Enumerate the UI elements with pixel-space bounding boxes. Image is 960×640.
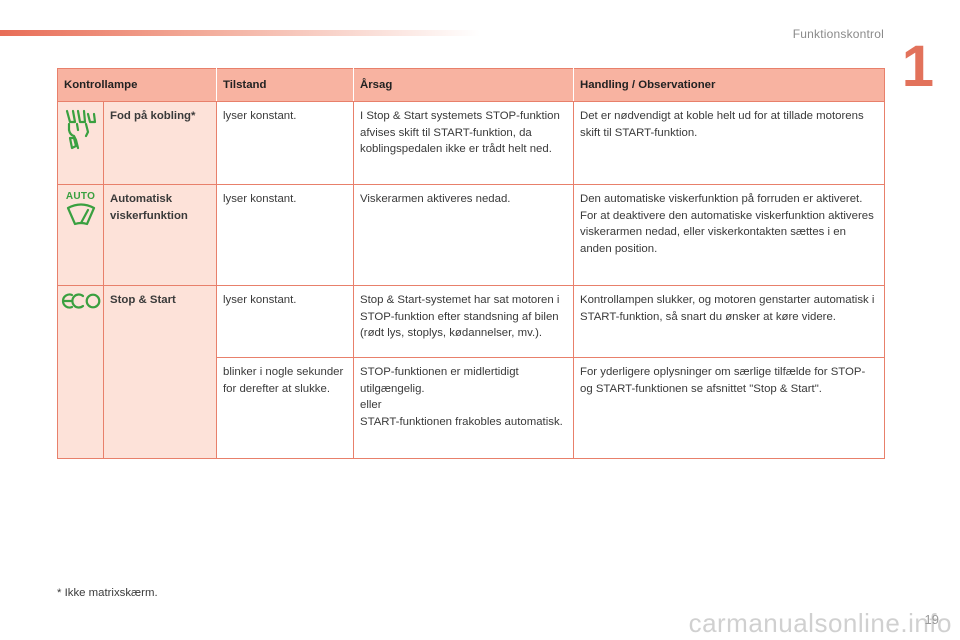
table-row: Stop & Start lyser konstant. Stop & Star… (57, 285, 885, 459)
indicator-table: Kontrollampe Tilstand Årsag Handling / O… (57, 68, 885, 459)
indicator-action: Den automatiske viskerfunktion på forrud… (573, 184, 885, 286)
column-header-arsag: Årsag (353, 68, 574, 102)
column-header-handling: Handling / Observationer (573, 68, 885, 102)
table-header-row: Kontrollampe Tilstand Årsag Handling / O… (57, 68, 885, 102)
watermark: carmanualsonline.info (688, 608, 952, 638)
indicator-state: lyser konstant. (216, 101, 354, 185)
section-title: Funktionskontrol (792, 27, 884, 41)
clutch-foot-icon (64, 108, 98, 156)
table-row: Fod på kobling* lyser konstant. I Stop &… (57, 101, 885, 185)
column-header-kontrollampe: Kontrollampe (57, 68, 217, 102)
indicator-cause: Viskerarmen aktiveres nedad. (353, 184, 574, 286)
indicator-cause: STOP-funktionen er midlertidigt utilgæng… (353, 357, 574, 459)
indicator-cause: I Stop & Start systemets STOP-funktion a… (353, 101, 574, 185)
page-number: 19 (924, 612, 939, 627)
indicator-action: For yderligere oplysninger om særlige ti… (573, 357, 885, 459)
table-row: AUTO Automatisk viskerfunktion lyser kon… (57, 184, 885, 286)
indicator-name: Fod på kobling* (103, 101, 217, 185)
indicator-state: lyser konstant. (216, 285, 354, 358)
indicator-state: lyser konstant. (216, 184, 354, 286)
auto-label: AUTO (65, 191, 96, 202)
chapter-number: 1 (901, 34, 934, 99)
header-accent-bar (0, 30, 480, 36)
indicator-action: Det er nødvendigt at koble helt ud for a… (573, 101, 885, 185)
indicator-name: Automatisk viskerfunktion (103, 184, 217, 286)
auto-wiper-icon (65, 202, 97, 234)
indicator-action: Kontrollampen slukker, og motoren gensta… (573, 285, 885, 358)
indicator-icon-cell: AUTO (57, 184, 104, 286)
indicator-icon-cell (57, 101, 104, 185)
indicator-state: blinker i nogle sekunder for derefter at… (216, 357, 354, 459)
indicator-cause: Stop & Start-systemet har sat motoren i … (353, 285, 574, 358)
indicator-name: Stop & Start (103, 285, 217, 459)
indicator-icon-cell (57, 285, 104, 459)
eco-icon (61, 292, 101, 316)
column-header-tilstand: Tilstand (216, 68, 354, 102)
footnote: * Ikke matrixskærm. (57, 587, 158, 599)
